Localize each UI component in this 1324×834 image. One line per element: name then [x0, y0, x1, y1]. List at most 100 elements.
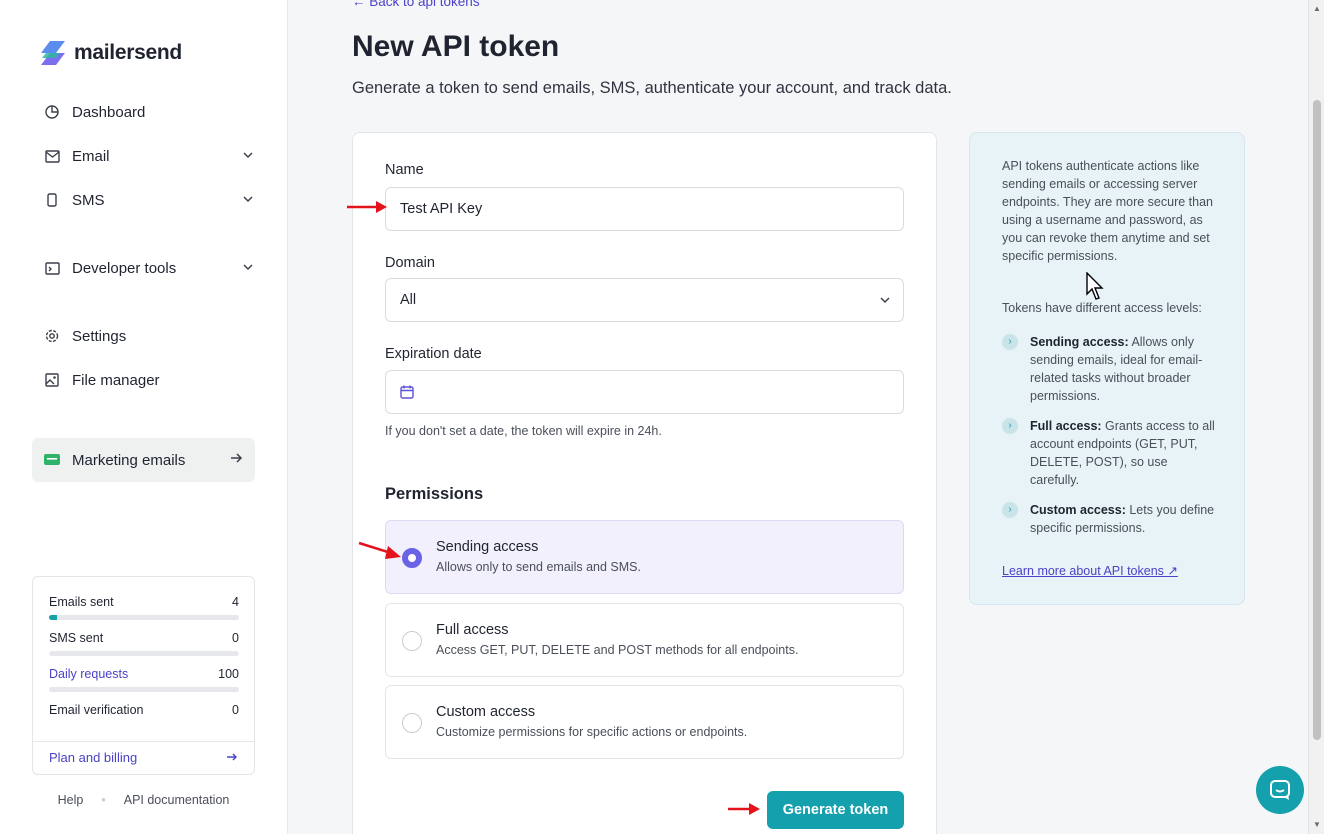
permission-title: Custom access: [436, 704, 536, 720]
nav-item-label: SMS: [72, 191, 105, 209]
usage-value: 0: [232, 631, 239, 645]
usage-label: Emails sent: [49, 595, 114, 609]
logo-text: mailersend: [74, 41, 182, 64]
annotation-arrow-icon: [347, 201, 387, 213]
usage-value: 4: [232, 595, 239, 609]
usage-value: 0: [232, 703, 239, 717]
nav-item-sms[interactable]: SMS: [32, 178, 255, 222]
usage-progress-bar: [49, 651, 239, 656]
sidebar-footer: Help • API documentation: [32, 793, 255, 807]
chevron-down-icon[interactable]: [241, 148, 255, 162]
permission-title: Sending access: [436, 539, 539, 555]
scroll-up-icon[interactable]: ▲: [1313, 4, 1321, 13]
nav-item-file-manager[interactable]: File manager: [32, 358, 255, 402]
learn-more-link[interactable]: Learn more about API tokens ↗: [1002, 562, 1178, 580]
scroll-down-icon[interactable]: ▼: [1313, 820, 1321, 829]
permission-option-custom[interactable]: Custom access Customize permissions for …: [385, 685, 904, 759]
chevron-down-icon: [880, 297, 890, 304]
domain-select-value: All: [400, 292, 417, 308]
expiration-label: Expiration date: [385, 346, 482, 362]
annotation-arrow-icon: [728, 803, 760, 815]
pie-chart-icon: [44, 104, 60, 120]
arrow-right-icon[interactable]: [226, 751, 238, 763]
info-level-name: Sending access:: [1030, 335, 1129, 349]
scrollbar[interactable]: ▲ ▼: [1308, 0, 1324, 834]
help-link[interactable]: Help: [58, 793, 84, 807]
usage-progress-fill: [49, 615, 57, 620]
plan-and-billing-link[interactable]: Plan and billing: [49, 750, 137, 765]
chat-widget-button[interactable]: [1256, 766, 1304, 814]
radio-button[interactable]: [402, 631, 422, 651]
main-content: ← Back to api tokens New API token Gener…: [288, 0, 1308, 834]
token-form-card: Name Test API Key Domain All Expiration …: [352, 132, 937, 834]
info-level-item: Full access: Grants access to all accoun…: [1030, 417, 1215, 489]
name-label: Name: [385, 162, 424, 178]
usage-value: 100: [218, 667, 239, 681]
permission-description: Customize permissions for specific actio…: [436, 725, 748, 739]
nav-item-marketing-emails[interactable]: Marketing emails: [32, 438, 255, 482]
arrow-right-icon: [231, 453, 243, 463]
nav-item-label: Settings: [72, 327, 127, 345]
info-levels-intro: Tokens have different access levels:: [1002, 301, 1202, 315]
gear-icon: [44, 328, 60, 344]
radio-button[interactable]: [402, 548, 422, 568]
permissions-heading: Permissions: [385, 485, 484, 503]
logo[interactable]: mailersend: [40, 40, 182, 66]
usage-label: SMS sent: [49, 631, 104, 645]
name-input[interactable]: Test API Key: [385, 187, 904, 231]
generate-token-button[interactable]: Generate token: [767, 791, 904, 829]
nav-item-dashboard[interactable]: Dashboard: [32, 90, 255, 134]
permission-description: Access GET, PUT, DELETE and POST methods…: [436, 643, 799, 657]
nav-item-label: Developer tools: [72, 259, 177, 277]
nav-item-settings[interactable]: Settings: [32, 314, 255, 358]
nav-item-label: Marketing emails: [72, 451, 186, 469]
page-title: New API token: [352, 30, 560, 63]
image-icon: [44, 372, 60, 388]
nav-item-label: Dashboard: [72, 103, 146, 121]
info-level-item: Sending access: Allows only sending emai…: [1030, 333, 1215, 405]
api-documentation-link[interactable]: API documentation: [124, 793, 230, 807]
lite-badge-icon: [44, 452, 60, 468]
sidebar: mailersend Dashboard Email SMS Developer…: [0, 0, 288, 834]
page-subtitle: Generate a token to send emails, SMS, au…: [352, 79, 952, 97]
usage-progress-bar: [49, 615, 239, 620]
info-level-name: Full access:: [1030, 419, 1102, 433]
mailersend-logo-icon: [41, 41, 65, 65]
usage-card: Emails sent 4 SMS sent 0 Daily requests …: [32, 576, 255, 775]
permission-option-full[interactable]: Full access Access GET, PUT, DELETE and …: [385, 603, 904, 677]
nav-item-email[interactable]: Email: [32, 134, 255, 178]
info-intro: API tokens authenticate actions like sen…: [1002, 159, 1214, 263]
permission-option-sending[interactable]: Sending access Allows only to send email…: [385, 520, 904, 594]
chevron-right-icon: ›: [1002, 418, 1018, 434]
domain-label: Domain: [385, 255, 435, 271]
daily-requests-link[interactable]: Daily requests: [49, 667, 128, 681]
domain-select[interactable]: All: [385, 278, 904, 322]
annotation-arrow-icon: [358, 541, 401, 559]
chevron-right-icon: ›: [1002, 502, 1018, 518]
nav-item-developer-tools[interactable]: Developer tools: [32, 246, 255, 290]
info-level-name: Custom access:: [1030, 503, 1126, 517]
radio-button[interactable]: [402, 713, 422, 733]
main-nav: Dashboard Email SMS Developer tools Sett…: [32, 90, 255, 482]
usage-label: Email verification: [49, 703, 144, 717]
info-level-item: Custom access: Lets you define specific …: [1030, 501, 1215, 537]
permission-title: Full access: [436, 622, 509, 638]
expiration-date-input[interactable]: [385, 370, 904, 414]
expiration-hint: If you don't set a date, the token will …: [385, 424, 662, 438]
chat-icon: [1270, 780, 1290, 800]
permission-description: Allows only to send emails and SMS.: [436, 560, 641, 574]
nav-item-label: File manager: [72, 371, 160, 389]
chevron-down-icon[interactable]: [241, 260, 255, 274]
chevron-down-icon[interactable]: [241, 192, 255, 206]
chevron-right-icon: ›: [1002, 334, 1018, 350]
envelope-icon: [44, 148, 60, 164]
scrollbar-thumb[interactable]: [1313, 100, 1321, 740]
phone-icon: [44, 192, 60, 208]
code-icon: [44, 260, 60, 276]
name-input-value: Test API Key: [400, 201, 483, 217]
mouse-cursor-icon: [1086, 272, 1104, 300]
nav-item-label: Email: [72, 147, 110, 165]
calendar-icon: [400, 385, 414, 399]
divider: [33, 741, 254, 742]
back-link[interactable]: ← Back to api tokens: [352, 0, 480, 9]
